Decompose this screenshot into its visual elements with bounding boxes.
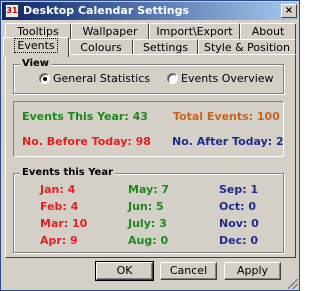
events-this-year-legend: Events this Year xyxy=(20,167,116,179)
month-may: May: 7 xyxy=(128,183,170,196)
tab-import-export[interactable]: Import\Export xyxy=(149,23,240,40)
month-feb: Feb: 4 xyxy=(40,200,79,213)
month-sep: Sep: 1 xyxy=(219,183,259,196)
settings-window: 31 Desktop Calendar Settings × Tooltips … xyxy=(0,0,300,291)
total-events-stat: Total Events: 100 xyxy=(173,110,280,123)
close-button[interactable]: × xyxy=(281,4,297,18)
tab-wallpaper[interactable]: Wallpaper xyxy=(71,23,149,40)
calendar-icon: 31 xyxy=(5,4,19,18)
after-today-stat: No. After Today: 2 xyxy=(172,135,284,148)
month-mar: Mar: 10 xyxy=(40,217,88,230)
tab-about[interactable]: About xyxy=(240,23,296,40)
events-this-year-stat: Events This Year: 43 xyxy=(22,110,148,123)
month-dec: Dec: 0 xyxy=(219,234,258,247)
month-aug: Aug: 0 xyxy=(128,234,169,247)
apply-button[interactable]: Apply xyxy=(224,262,281,280)
view-legend: View xyxy=(20,58,52,70)
ok-button[interactable]: OK xyxy=(95,261,154,281)
general-statistics-radio[interactable] xyxy=(39,73,50,84)
resize-grip-icon[interactable] xyxy=(288,279,298,289)
title-bar[interactable]: 31 Desktop Calendar Settings × xyxy=(2,2,298,20)
events-overview-radio[interactable] xyxy=(167,73,178,84)
month-jul: July: 3 xyxy=(128,217,167,230)
radio-selected-dot xyxy=(43,77,47,81)
before-today-stat: No. Before Today: 98 xyxy=(22,135,151,148)
month-jan: Jan: 4 xyxy=(40,183,76,196)
window-title: Desktop Calendar Settings xyxy=(23,4,190,17)
month-jun: Jun: 5 xyxy=(128,200,164,213)
month-nov: Nov: 0 xyxy=(219,217,259,230)
events-overview-label[interactable]: Events Overview xyxy=(181,72,274,85)
general-statistics-label[interactable]: General Statistics xyxy=(53,72,150,85)
month-oct: Oct: 0 xyxy=(219,200,257,213)
cancel-button[interactable]: Cancel xyxy=(160,262,217,280)
tab-events[interactable]: Events xyxy=(3,37,69,57)
month-apr: Apr: 9 xyxy=(40,234,78,247)
tab-events-label: Events xyxy=(14,38,58,53)
